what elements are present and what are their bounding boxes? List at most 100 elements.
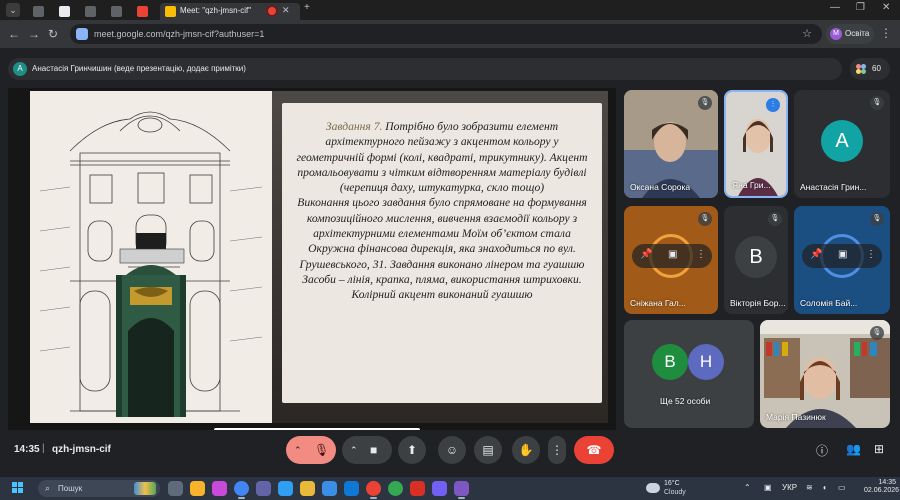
building-sketch-image bbox=[30, 91, 272, 423]
windows-start-icon[interactable] bbox=[12, 482, 24, 494]
profile-button[interactable]: M Освіта bbox=[826, 24, 874, 44]
task-view-icon[interactable] bbox=[168, 481, 183, 496]
new-tab-icon[interactable]: + bbox=[304, 2, 310, 13]
address-bar[interactable]: meet.google.com/qzh-jmsn-cif?authuser=1 … bbox=[70, 24, 822, 44]
profile-avatar: M bbox=[830, 28, 842, 40]
app-icon[interactable] bbox=[410, 481, 425, 496]
mic-off-icon: 🎙 bbox=[870, 326, 884, 340]
mic-options-chevron-icon[interactable]: ⌃ bbox=[294, 436, 302, 464]
others-count-label: Ще 52 особи bbox=[660, 396, 711, 406]
camera-options-chevron-icon[interactable]: ⌃ bbox=[350, 436, 358, 464]
language-indicator[interactable]: УКР bbox=[782, 483, 797, 492]
file-explorer-icon[interactable] bbox=[190, 481, 205, 496]
participant-tile[interactable]: 🎙 📌 ▣ ⋮ Сніжана Гал... bbox=[624, 206, 718, 314]
app-icon[interactable] bbox=[454, 481, 469, 499]
tray-chevron-icon[interactable]: ⌃ bbox=[744, 483, 751, 492]
raise-hand-button[interactable]: ✋ bbox=[512, 436, 540, 464]
tab[interactable] bbox=[132, 3, 154, 20]
clock-time: 14:35 bbox=[878, 479, 896, 486]
participants-button[interactable]: 60 bbox=[850, 58, 890, 80]
search-icon: ⌕ bbox=[45, 483, 51, 493]
browser-menu-icon[interactable]: ⋮ bbox=[880, 26, 892, 40]
tab[interactable] bbox=[54, 3, 76, 20]
hand-icon: ✋ bbox=[518, 443, 534, 457]
tab-search-icon[interactable]: ⌄ bbox=[6, 3, 20, 17]
store-icon[interactable] bbox=[322, 481, 337, 496]
taskbar-clock[interactable]: 14:35 02.06.2026 bbox=[864, 479, 899, 494]
close-window-icon[interactable]: ✕ bbox=[882, 2, 890, 13]
url-text[interactable]: meet.google.com/qzh-jmsn-cif?authuser=1 bbox=[94, 29, 264, 39]
chrome-icon[interactable] bbox=[234, 481, 249, 499]
participant-tile-speaking[interactable]: ⋮ Яна Гри... bbox=[724, 90, 788, 198]
mic-off-icon: 🎙 bbox=[314, 443, 330, 457]
mail-icon[interactable] bbox=[344, 481, 359, 496]
reload-icon[interactable]: ↻ bbox=[48, 27, 58, 41]
tab[interactable] bbox=[106, 3, 128, 20]
participant-name: Яна Гри... bbox=[732, 180, 771, 190]
tile-hover-controls: 📌 ▣ ⋮ bbox=[632, 244, 712, 268]
frame-icon[interactable]: ▣ bbox=[838, 249, 847, 260]
tab[interactable] bbox=[80, 3, 102, 20]
folder-icon[interactable] bbox=[300, 481, 315, 496]
people-icon bbox=[856, 64, 866, 74]
presentation-slide: Завдання 7. Потрібно було зобразити елем… bbox=[30, 91, 608, 423]
viber-icon[interactable] bbox=[432, 481, 447, 496]
emoji-icon: ☺ bbox=[445, 443, 459, 457]
address-toolbar: ← → ↻ meet.google.com/qzh-jmsn-cif?authu… bbox=[0, 20, 900, 48]
frame-icon[interactable]: ▣ bbox=[668, 249, 677, 260]
forward-icon[interactable]: → bbox=[28, 27, 40, 41]
camera-icon: ■ bbox=[370, 443, 378, 457]
task-reflection: Виконання цього завдання було спрямоване… bbox=[297, 196, 587, 302]
people-panel-icon[interactable]: 👥 bbox=[846, 442, 861, 456]
pin-icon[interactable]: 📌 bbox=[640, 249, 652, 260]
mic-off-icon: 🎙 bbox=[768, 212, 782, 226]
participant-tile[interactable]: А 🎙 Анастасія Грин... bbox=[794, 90, 890, 198]
camera-toggle-button[interactable]: ⌃ ■ bbox=[342, 436, 392, 464]
mic-off-icon: 🎙 bbox=[698, 212, 712, 226]
teams-icon[interactable] bbox=[256, 481, 271, 496]
back-icon[interactable]: ← bbox=[8, 27, 20, 41]
meeting-code: qzh-jmsn-cif bbox=[52, 444, 111, 455]
battery-icon[interactable]: ▭ bbox=[838, 483, 846, 492]
site-info-icon[interactable] bbox=[76, 28, 88, 40]
minimize-icon[interactable]: — bbox=[830, 2, 840, 13]
globe-icon bbox=[85, 6, 96, 17]
more-options-button[interactable]: ⋮ bbox=[548, 436, 566, 464]
bookmark-star-icon[interactable]: ☆ bbox=[802, 27, 812, 40]
presenter-label: Анастасія Гринчишин (веде презентацію, д… bbox=[32, 64, 246, 73]
leave-call-button[interactable]: ☎ bbox=[574, 436, 614, 464]
meeting-info-icon[interactable]: ⓘ bbox=[816, 442, 828, 459]
captions-button[interactable]: ▤ bbox=[474, 436, 502, 464]
activities-icon[interactable]: ⊞ bbox=[874, 442, 884, 456]
reactions-button[interactable]: ☺ bbox=[438, 436, 466, 464]
chrome-profile-icon[interactable] bbox=[388, 481, 403, 496]
copilot-icon[interactable] bbox=[212, 481, 227, 496]
more-options-icon[interactable]: ⋮ bbox=[866, 249, 876, 260]
meeting-time: 14:35 bbox=[14, 444, 40, 455]
wifi-icon[interactable]: ≋ bbox=[806, 483, 813, 492]
edge-icon[interactable] bbox=[278, 481, 293, 496]
taskbar-search[interactable]: ⌕ Пошук bbox=[38, 480, 160, 497]
close-tab-icon[interactable]: ✕ bbox=[282, 5, 290, 16]
task-label: Завдання 7. bbox=[325, 120, 383, 133]
globe-icon bbox=[33, 6, 44, 17]
others-tile[interactable]: B H Ще 52 особи bbox=[624, 320, 754, 428]
meet-stage: А Анастасія Гринчишин (веде презентацію,… bbox=[0, 48, 900, 500]
tab-title: Meet: "qzh-jmsn-cif" bbox=[180, 6, 252, 15]
participant-tile[interactable]: 🎙 📌 ▣ ⋮ Соломія Бай... bbox=[794, 206, 890, 314]
tab-active-meet[interactable]: Meet: "qzh-jmsn-cif" ✕ bbox=[160, 3, 300, 20]
tray-app-icon[interactable]: ▣ bbox=[764, 483, 772, 492]
participant-tile[interactable]: 🎙 Оксана Сорока bbox=[624, 90, 718, 198]
mic-toggle-button[interactable]: ⌃ 🎙 bbox=[286, 436, 336, 464]
more-options-icon[interactable]: ⋮ bbox=[696, 249, 706, 260]
participant-tile[interactable]: 🎙 Марія Пазинюк bbox=[760, 320, 890, 428]
weather-widget[interactable]: 16°C Cloudy bbox=[646, 480, 716, 497]
restore-icon[interactable]: ❐ bbox=[856, 2, 865, 13]
present-button[interactable]: ⬆ bbox=[398, 436, 426, 464]
pin-icon[interactable]: 📌 bbox=[810, 249, 822, 260]
tab[interactable] bbox=[28, 3, 50, 20]
chrome-profile-icon[interactable] bbox=[366, 481, 381, 499]
os-taskbar: ⌕ Пошук 16°C Cloudy ⌃ ▣ УКР ≋ ◖ ▭ 14:35 … bbox=[0, 477, 900, 500]
volume-icon[interactable]: ◖ bbox=[822, 483, 827, 492]
participant-tile[interactable]: В 🎙 Вікторія Бор... bbox=[724, 206, 788, 314]
